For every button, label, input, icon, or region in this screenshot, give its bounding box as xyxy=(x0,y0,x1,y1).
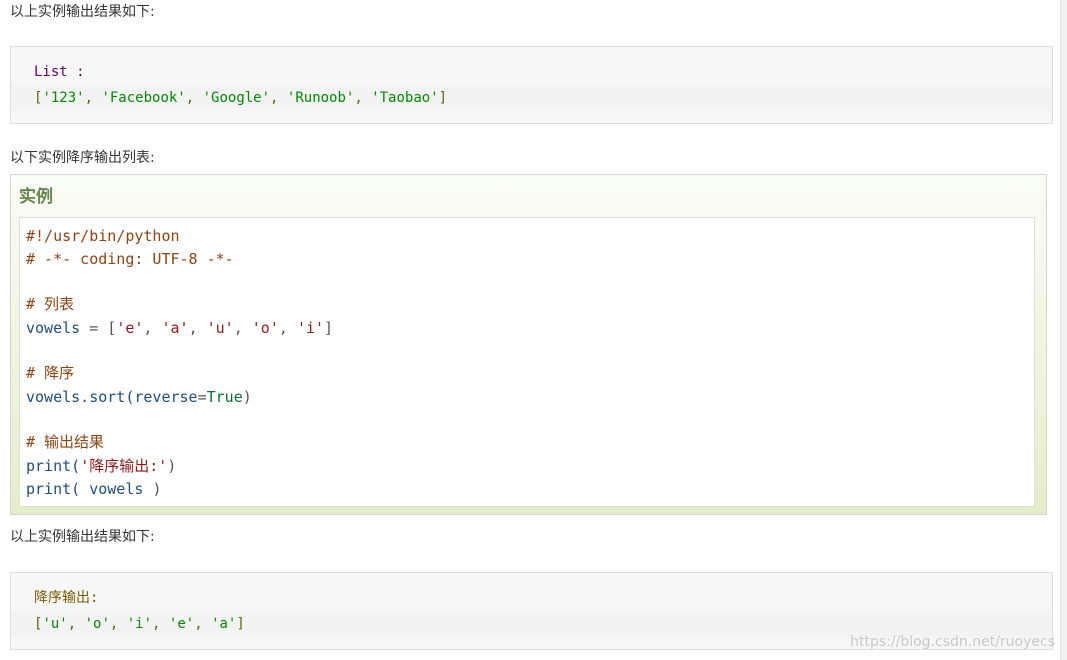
separator: , xyxy=(109,616,127,632)
separator: , xyxy=(194,616,212,632)
code-str: 'a' xyxy=(161,319,189,337)
code-ident: print( xyxy=(26,480,81,498)
code-ident: vowels xyxy=(80,480,153,498)
list-item: 'Runoob' xyxy=(286,90,355,106)
intro-text-2: 以下实例降序输出列表: xyxy=(10,150,155,166)
list-item: 'Taobao' xyxy=(371,90,439,106)
code-str: 'u' xyxy=(206,319,234,337)
intro-text-1: 以上实例输出结果如下: xyxy=(10,4,155,20)
separator: , xyxy=(185,90,203,106)
code-str: '降序输出:' xyxy=(80,457,168,475)
scrollbar[interactable] xyxy=(1060,0,1067,660)
code-const: True xyxy=(206,388,243,406)
separator: , xyxy=(152,616,169,632)
code-line-comment-output: # 输出结果 xyxy=(26,433,105,451)
output-line: List : xyxy=(11,59,1052,85)
list-item: 'e' xyxy=(168,616,195,632)
code-ident: print( xyxy=(26,457,81,475)
output-line: 降序输出: xyxy=(11,585,1052,611)
code-line-print2: print( vowels ) xyxy=(26,478,161,501)
code-op: , xyxy=(278,319,297,337)
code-line-comment-desc: # 降序 xyxy=(26,364,75,382)
code-op: , xyxy=(233,319,252,337)
list-item: '123' xyxy=(42,90,85,106)
separator: , xyxy=(354,90,372,106)
code-op: ) xyxy=(167,457,177,475)
code-str: 'o' xyxy=(251,319,279,337)
code-str: 'e' xyxy=(116,319,144,337)
code-op: = [ xyxy=(80,319,117,337)
code-op: ] xyxy=(324,319,334,337)
code-panel[interactable]: #!/usr/bin/python # -*- coding: UTF-8 -*… xyxy=(19,217,1035,507)
code-op: ) xyxy=(152,480,162,498)
code-line-coding: # -*- coding: UTF-8 -*- xyxy=(26,250,234,268)
example-box: 实例 #!/usr/bin/python # -*- coding: UTF-8… xyxy=(10,174,1047,515)
code-line-sort: vowels.sort(reverse=True) xyxy=(26,386,252,409)
code-op: , xyxy=(143,319,162,337)
list-item: 'Google' xyxy=(202,90,271,106)
list-item: 'Facebook' xyxy=(101,90,186,106)
separator: , xyxy=(270,90,287,106)
separator: , xyxy=(84,90,102,106)
code-str: 'i' xyxy=(296,319,325,337)
page: 以上实例输出结果如下: List : ['123', 'Facebook', '… xyxy=(0,0,1067,660)
code-line-print1: print('降序输出:') xyxy=(26,455,176,478)
list-item: 'o' xyxy=(84,616,110,632)
code-line-shebang: #!/usr/bin/python xyxy=(26,227,180,245)
watermark: https://blog.csdn.net/ruoyecs xyxy=(850,634,1055,650)
bracket: ] xyxy=(236,616,245,632)
code-op: , xyxy=(188,319,207,337)
bracket: ] xyxy=(438,90,448,106)
intro-text-3: 以上实例输出结果如下: xyxy=(10,529,155,545)
output-block-1: List : ['123', 'Facebook', 'Google', 'Ru… xyxy=(10,46,1053,124)
example-title: 实例 xyxy=(19,187,53,207)
code-kw: reverse xyxy=(134,388,198,406)
code-ident: vowels.sort( xyxy=(26,388,135,406)
list-item: 'a' xyxy=(211,616,237,632)
separator: , xyxy=(67,616,85,632)
output-line: ['123', 'Facebook', 'Google', 'Runoob', … xyxy=(11,85,1052,111)
code-op: ) xyxy=(242,388,252,406)
code-line-vowels: vowels = ['e', 'a', 'u', 'o', 'i'] xyxy=(26,317,333,340)
output-label: List : xyxy=(34,64,85,80)
list-item: 'u' xyxy=(42,616,68,632)
output-label: 降序输出: xyxy=(34,590,99,606)
code-line-comment-list: # 列表 xyxy=(26,295,75,313)
list-item: 'i' xyxy=(126,616,153,632)
code-op: = xyxy=(197,388,207,406)
code-ident: vowels xyxy=(26,319,81,337)
